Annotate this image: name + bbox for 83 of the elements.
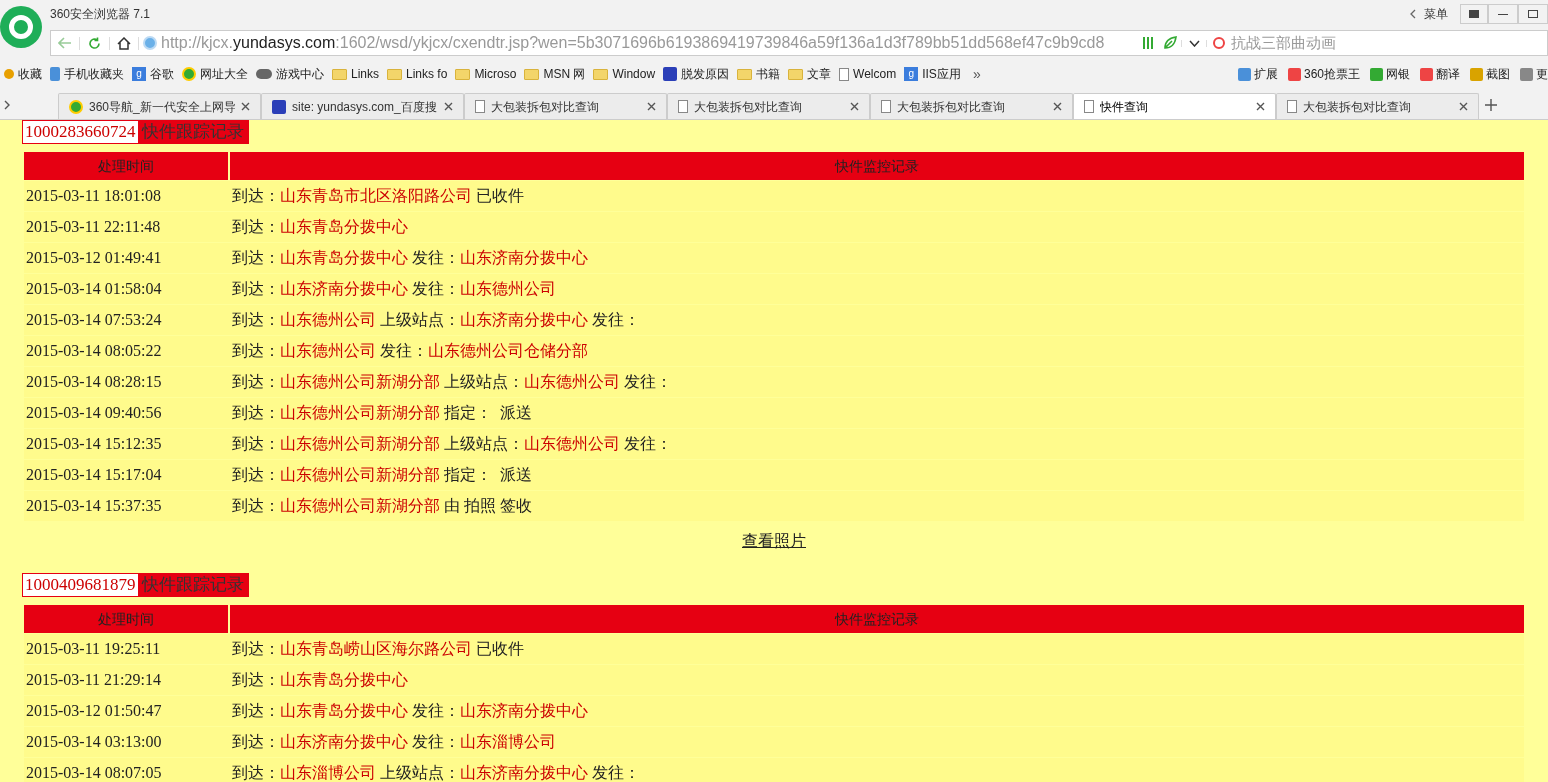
- browser-tab[interactable]: 大包装拆包对比查询: [667, 93, 870, 119]
- bookmark-item[interactable]: Links: [328, 62, 383, 86]
- table-cell-text: 到达：山东淄博公司 上级站点：山东济南分拨中心 发往：: [231, 763, 641, 782]
- bookmark-item[interactable]: 脱发原因: [659, 62, 734, 86]
- bookmark-item[interactable]: g 谷歌: [128, 62, 178, 86]
- extension-button[interactable]: 更: [1520, 65, 1548, 83]
- bookmark-item[interactable]: Microso: [451, 62, 521, 86]
- table-cell-text: 2015-03-14 08:28:15: [25, 372, 163, 392]
- table-cell-text: 2015-03-11 19:25:11: [25, 639, 162, 659]
- table-cell-text: 到达：山东德州公司 上级站点：山东济南分拨中心 发往：: [231, 310, 641, 330]
- table-cell-text: 2015-03-12 01:50:47: [25, 701, 163, 721]
- close-icon[interactable]: [1053, 102, 1062, 111]
- browser-tab[interactable]: 快件查询: [1073, 93, 1276, 119]
- table-cell-text: 2015-03-14 01:58:04: [25, 279, 163, 299]
- table-cell-text: 2015-03-14 08:07:05: [25, 763, 163, 782]
- extension-button[interactable]: 扩展: [1237, 65, 1278, 83]
- table-cell-text: 到达：山东德州公司新湖分部 上级站点：山东德州公司 发往：: [231, 434, 673, 454]
- bookmark-item[interactable]: Links fo: [383, 62, 452, 86]
- close-icon[interactable]: [647, 102, 656, 111]
- bookmark-item[interactable]: MSN 网: [520, 62, 590, 86]
- table-cell-text: 2015-03-11 22:11:48: [25, 217, 162, 237]
- column-header: 快件监控记录: [230, 152, 1524, 180]
- bookmark-item[interactable]: g IIS应用: [900, 62, 965, 86]
- close-icon[interactable]: [1459, 102, 1468, 111]
- record-heading: 1000409681879 快件跟踪记录: [22, 573, 249, 597]
- extension-button[interactable]: 网银: [1370, 65, 1410, 83]
- sidebar-toggle-icon[interactable]: [4, 99, 11, 110]
- bookmark-item[interactable]: 游戏中心: [252, 62, 328, 86]
- view-photos-link[interactable]: 查看照片: [742, 529, 806, 553]
- table-cell-text: 2015-03-14 15:17:04: [25, 465, 163, 485]
- table-cell-text: 到达：山东青岛分拨中心: [231, 670, 409, 690]
- browser-logo-icon: [0, 6, 42, 48]
- table-cell-text: 2015-03-11 21:29:14: [25, 670, 162, 690]
- bookmark-item[interactable]: 收藏: [0, 62, 46, 86]
- bookmark-item[interactable]: 书籍: [733, 62, 785, 86]
- table-cell-text: 到达：山东青岛市北区洛阳路公司 已收件: [231, 186, 525, 206]
- window-title: 360安全浏览器 7.1: [50, 6, 151, 23]
- table-cell-text: 到达：山东青岛分拨中心 发往：山东济南分拨中心: [231, 248, 589, 268]
- table-cell-text: 2015-03-14 09:40:56: [25, 403, 163, 423]
- more-bookmarks-button[interactable]: »: [972, 63, 981, 85]
- extension-button[interactable]: 360抢票王: [1287, 65, 1360, 83]
- column-header: 处理时间: [24, 605, 228, 633]
- column-header: 快件监控记录: [230, 605, 1524, 633]
- table-cell-text: 到达：山东德州公司新湖分部 指定： 派送: [231, 403, 533, 423]
- extension-button[interactable]: 截图: [1470, 65, 1510, 83]
- table-cell-text: 到达：山东青岛分拨中心: [231, 217, 409, 237]
- bookmark-item[interactable]: 手机收藏夹: [46, 62, 128, 86]
- table-cell-text: 到达：山东济南分拨中心 发往：山东德州公司: [231, 279, 557, 299]
- table-cell-text: 2015-03-14 08:05:22: [25, 341, 163, 361]
- skin-icon[interactable]: [1460, 4, 1488, 24]
- bookmark-item[interactable]: 网址大全: [178, 62, 252, 86]
- browser-tab[interactable]: 大包装拆包对比查询: [870, 93, 1073, 119]
- table-cell-text: 到达：山东青岛分拨中心 发往：山东济南分拨中心: [231, 701, 589, 721]
- browser-tab[interactable]: 大包装拆包对比查询: [464, 93, 667, 119]
- table-cell-text: 到达：山东德州公司新湖分部 上级站点：山东德州公司 发往：: [231, 372, 673, 392]
- new-tab-icon[interactable]: [1485, 98, 1497, 111]
- bookmark-item[interactable]: 文章: [784, 62, 836, 86]
- table-cell-text: 2015-03-14 07:53:24: [25, 310, 163, 330]
- maximize-icon[interactable]: [1518, 4, 1548, 24]
- table-cell-text: 到达：山东青岛崂山区海尔路公司 已收件: [231, 639, 525, 659]
- table-cell-text: 2015-03-14 15:12:35: [25, 434, 163, 454]
- table-cell-text: 2015-03-11 18:01:08: [25, 186, 162, 206]
- close-icon[interactable]: [1256, 102, 1265, 111]
- table-cell-text: 2015-03-14 03:13:00: [25, 732, 163, 752]
- menu-button[interactable]: 菜单: [1424, 5, 1448, 23]
- close-icon[interactable]: [241, 102, 250, 111]
- table-cell-text: 到达：山东济南分拨中心 发往：山东淄博公司: [231, 732, 557, 752]
- column-header: 处理时间: [24, 152, 228, 180]
- browser-tab[interactable]: 大包装拆包对比查询: [1276, 93, 1479, 119]
- browser-tab[interactable]: site: yundasys.com_百度搜: [261, 93, 464, 119]
- close-icon[interactable]: [444, 102, 453, 111]
- table-cell-text: 2015-03-12 01:49:41: [25, 248, 163, 268]
- chevron-left-icon[interactable]: [1410, 9, 1416, 19]
- table-cell-text: 到达：山东德州公司 发往：山东德州公司仓储分部: [231, 341, 589, 361]
- close-icon[interactable]: [850, 102, 859, 111]
- table-cell-text: 到达：山东德州公司新湖分部 由 拍照 签收: [231, 496, 533, 516]
- table-cell-text: 到达：山东德州公司新湖分部 指定： 派送: [231, 465, 533, 485]
- extension-button[interactable]: 翻译: [1420, 65, 1460, 83]
- browser-tab[interactable]: 360导航_新一代安全上网导: [58, 93, 261, 119]
- record-heading: 1000283660724 快件跟踪记录: [22, 120, 249, 144]
- table-cell-text: 2015-03-14 15:37:35: [25, 496, 163, 516]
- bookmark-item[interactable]: Window: [589, 62, 660, 86]
- bookmark-item[interactable]: Welcom: [835, 62, 901, 86]
